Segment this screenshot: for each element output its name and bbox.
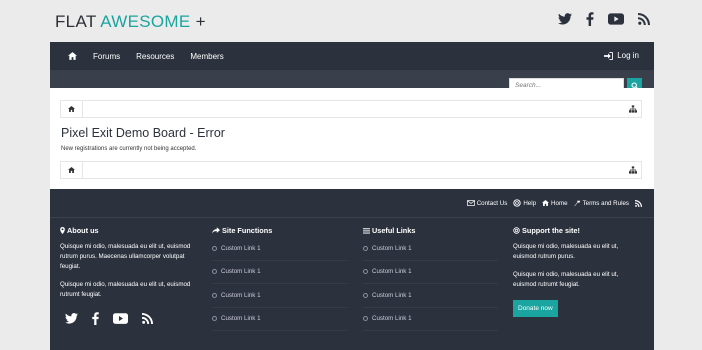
main-navbar: Forums Resources Members Log in [50, 42, 654, 70]
help-icon [513, 199, 521, 207]
circle-icon [212, 245, 217, 251]
useful-links-title: Useful Links [372, 226, 416, 235]
breadcrumb-bottom [60, 161, 642, 179]
circle-icon [212, 269, 217, 275]
support-text-2: Quisque mi odio, malesuada eu elit ut, e… [513, 271, 619, 288]
footer-custom-link[interactable]: Custom Link 1 [212, 261, 347, 284]
logo-main: FLAT [55, 12, 101, 31]
footer-custom-link[interactable]: Custom Link 1 [212, 237, 347, 261]
footer-link-terms[interactable]: Terms and Rules [573, 200, 629, 207]
page-title: Pixel Exit Demo Board - Error [61, 126, 225, 140]
sitemap-icon[interactable] [629, 105, 637, 115]
list-icon [363, 227, 370, 234]
donate-button[interactable]: Donate now [513, 300, 558, 317]
footer-link-contact[interactable]: Contact Us [466, 200, 507, 207]
nav-members[interactable]: Members [190, 52, 223, 61]
support-title: Support the site! [522, 226, 580, 235]
breadcrumb-home-icon[interactable] [61, 101, 83, 117]
header-social-links [558, 12, 650, 26]
circle-icon [212, 292, 217, 298]
site-footer: About us Quisque mi odio, malesuada eu e… [50, 217, 654, 350]
youtube-icon[interactable] [608, 13, 624, 25]
facebook-icon[interactable] [586, 12, 594, 26]
map-marker-icon [60, 227, 65, 234]
footer-rss-icon[interactable] [635, 199, 642, 207]
about-title: About us [67, 226, 99, 235]
home-icon [542, 200, 550, 206]
circle-icon [363, 316, 368, 322]
footer-link-home[interactable]: Home [542, 200, 568, 207]
circle-icon [363, 292, 368, 298]
logo-plus: + [190, 12, 206, 31]
footer-custom-link[interactable]: Custom Link 1 [363, 237, 498, 261]
twitter-icon[interactable] [558, 13, 572, 25]
youtube-icon[interactable] [113, 313, 128, 326]
nav-resources[interactable]: Resources [136, 52, 174, 61]
site-functions-title: Site Functions [222, 226, 273, 235]
globe-icon [513, 227, 520, 234]
circle-icon [363, 245, 368, 251]
twitter-icon[interactable] [65, 313, 78, 326]
rss-icon[interactable] [638, 13, 650, 25]
share-icon [212, 227, 220, 234]
site-logo[interactable]: FLAT AWESOME + [55, 12, 206, 32]
footer-custom-link[interactable]: Custom Link 1 [363, 261, 498, 284]
logo-accent: AWESOME [100, 12, 191, 31]
about-text-1: Quisque mi odio, malesuada eu elit ut, e… [60, 243, 191, 270]
footer-link-help[interactable]: Help [513, 199, 536, 207]
breadcrumb-top [60, 100, 642, 118]
login-button[interactable]: Log in [604, 51, 639, 60]
footer-custom-link[interactable]: Custom Link 1 [363, 308, 498, 331]
sitemap-icon[interactable] [629, 166, 637, 176]
login-icon [604, 51, 614, 60]
facebook-icon[interactable] [92, 312, 99, 327]
login-label: Log in [617, 51, 639, 60]
rss-icon[interactable] [142, 313, 153, 326]
about-text-2: Quisque mi odio, malesuada eu elit ut, e… [60, 281, 191, 298]
footer-links-bar: Contact Us Help Home Terms and Rules [50, 189, 654, 217]
nav-forums[interactable]: Forums [93, 52, 120, 61]
footer-col-useful-links: Useful Links Custom Link 1 Custom Link 1… [363, 226, 503, 331]
circle-icon [363, 269, 368, 275]
footer-custom-link[interactable]: Custom Link 1 [363, 284, 498, 308]
envelope-icon [466, 200, 475, 206]
circle-icon [212, 316, 217, 322]
tag-icon [573, 200, 580, 206]
footer-col-site-functions: Site Functions Custom Link 1 Custom Link… [212, 226, 352, 331]
support-text-1: Quisque mi odio, malesuada eu elit ut, e… [513, 243, 619, 260]
footer-custom-link[interactable]: Custom Link 1 [212, 284, 347, 308]
error-message: New registrations are currently not bein… [61, 146, 197, 152]
footer-custom-link[interactable]: Custom Link 1 [212, 308, 347, 331]
breadcrumb-home-icon[interactable] [61, 162, 83, 178]
footer-social-links [65, 312, 205, 327]
footer-col-support: Support the site! Quisque mi odio, males… [513, 226, 643, 317]
footer-col-about: About us Quisque mi odio, malesuada eu e… [60, 226, 205, 327]
home-icon[interactable] [68, 52, 77, 60]
